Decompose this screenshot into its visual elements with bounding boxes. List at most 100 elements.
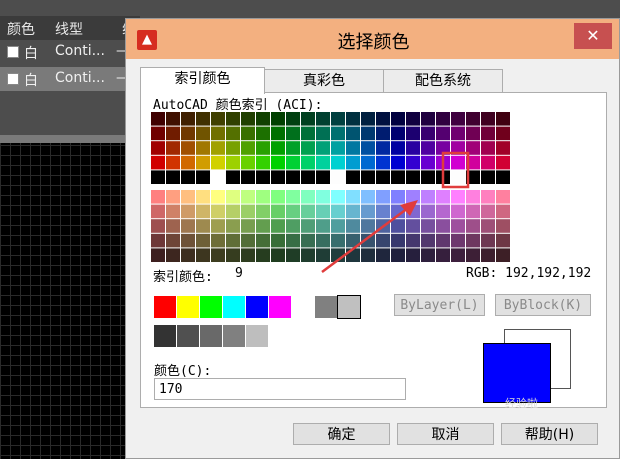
aci-color-cell[interactable] (481, 219, 495, 233)
aci-color-cell[interactable] (181, 233, 195, 248)
color-swatch[interactable] (246, 325, 268, 347)
aci-color-cell[interactable] (406, 112, 420, 126)
aci-color-cell[interactable] (211, 112, 225, 126)
aci-color-cell[interactable] (241, 219, 255, 233)
aci-color-cell[interactable] (361, 170, 375, 184)
aci-color-cell[interactable] (391, 219, 405, 233)
aci-color-cell[interactable] (421, 126, 435, 141)
aci-color-cell[interactable] (286, 170, 300, 184)
aci-color-cell[interactable] (331, 155, 345, 170)
bylayer-button[interactable]: ByLayer(L) (394, 294, 485, 316)
byblock-button[interactable]: ByBlock(K) (495, 294, 591, 316)
aci-color-cell[interactable] (466, 233, 480, 248)
aci-color-cell[interactable] (196, 112, 210, 126)
aci-color-cell[interactable] (496, 190, 510, 204)
aci-color-cell[interactable] (406, 141, 420, 155)
aci-color-cell[interactable] (421, 204, 435, 219)
aci-color-cell[interactable] (211, 155, 225, 170)
aci-color-cell[interactable] (256, 170, 270, 184)
aci-color-cell[interactable] (241, 248, 255, 262)
aci-color-cell[interactable] (316, 141, 330, 155)
aci-color-cell[interactable] (361, 233, 375, 248)
aci-color-cell[interactable] (286, 126, 300, 141)
aci-color-cell[interactable] (316, 190, 330, 204)
aci-color-cell[interactable] (361, 204, 375, 219)
aci-color-cell[interactable] (496, 219, 510, 233)
aci-color-cell[interactable] (496, 141, 510, 155)
aci-color-cell[interactable] (421, 155, 435, 170)
aci-color-cell[interactable] (376, 112, 390, 126)
aci-color-cell[interactable] (406, 219, 420, 233)
aci-color-cell[interactable] (436, 141, 450, 155)
aci-color-cell[interactable] (316, 170, 330, 184)
aci-color-cell[interactable] (271, 141, 285, 155)
color-swatch[interactable] (269, 296, 291, 318)
aci-color-cell[interactable] (451, 141, 465, 155)
close-button[interactable]: ✕ (574, 23, 612, 49)
aci-color-cell[interactable] (316, 204, 330, 219)
aci-color-cell[interactable] (286, 233, 300, 248)
aci-color-cell[interactable] (166, 190, 180, 204)
color-swatch[interactable] (177, 325, 199, 347)
aci-color-cell[interactable] (331, 112, 345, 126)
aci-color-cell[interactable] (331, 126, 345, 141)
aci-color-cell[interactable] (451, 190, 465, 204)
aci-color-cell[interactable] (376, 248, 390, 262)
header-color[interactable]: 颜色 (7, 19, 35, 39)
aci-color-cell[interactable] (301, 155, 315, 170)
tab-color-books[interactable]: 配色系统 (383, 69, 503, 92)
aci-color-cell[interactable] (166, 204, 180, 219)
layer-color[interactable]: 白 (24, 43, 38, 63)
color-swatch[interactable] (154, 325, 176, 347)
aci-color-cell[interactable] (271, 112, 285, 126)
aci-color-cell[interactable] (256, 155, 270, 170)
drawing-canvas[interactable] (0, 135, 125, 459)
aci-color-cell[interactable] (376, 204, 390, 219)
aci-color-cell[interactable] (181, 170, 195, 184)
aci-color-cell[interactable] (466, 155, 480, 170)
aci-color-cell[interactable] (226, 112, 240, 126)
aci-color-cell[interactable] (421, 190, 435, 204)
aci-color-cell[interactable] (256, 141, 270, 155)
aci-color-cell[interactable] (241, 204, 255, 219)
aci-color-cell[interactable] (271, 126, 285, 141)
aci-color-cell[interactable] (406, 204, 420, 219)
aci-color-cell[interactable] (376, 126, 390, 141)
aci-color-cell[interactable] (481, 170, 495, 184)
header-linetype[interactable]: 线型 (55, 19, 83, 39)
aci-color-cell[interactable] (286, 219, 300, 233)
aci-color-cell[interactable] (421, 141, 435, 155)
aci-color-cell[interactable] (151, 112, 165, 126)
aci-color-cell[interactable] (346, 112, 360, 126)
aci-color-cell[interactable] (271, 170, 285, 184)
aci-color-cell[interactable] (496, 204, 510, 219)
aci-color-cell[interactable] (196, 248, 210, 262)
aci-color-cell[interactable] (196, 204, 210, 219)
aci-color-cell[interactable] (496, 248, 510, 262)
aci-color-cell[interactable] (181, 155, 195, 170)
layer-row[interactable]: 白 Conti... — (0, 67, 140, 91)
aci-color-cell[interactable] (481, 112, 495, 126)
aci-color-cell[interactable] (166, 233, 180, 248)
aci-color-cell[interactable] (376, 141, 390, 155)
aci-color-cell[interactable] (451, 204, 465, 219)
aci-color-cell[interactable] (496, 126, 510, 141)
title-bar[interactable]: ▲ 选择颜色 ✕ (126, 19, 619, 59)
aci-color-cell[interactable] (421, 219, 435, 233)
aci-color-cell[interactable] (376, 155, 390, 170)
aci-color-cell[interactable] (196, 141, 210, 155)
aci-color-cell[interactable] (211, 248, 225, 262)
aci-color-cell[interactable] (286, 190, 300, 204)
aci-color-cell[interactable] (241, 141, 255, 155)
aci-color-cell[interactable] (316, 233, 330, 248)
color-swatch[interactable] (269, 325, 291, 347)
aci-color-cell[interactable] (196, 126, 210, 141)
aci-color-cell[interactable] (196, 219, 210, 233)
aci-color-cell[interactable] (331, 233, 345, 248)
aci-color-cell[interactable] (286, 155, 300, 170)
aci-color-cell[interactable] (151, 248, 165, 262)
aci-color-cell[interactable] (211, 233, 225, 248)
aci-color-cell[interactable] (181, 248, 195, 262)
aci-color-cell[interactable] (481, 155, 495, 170)
aci-color-cell[interactable] (331, 141, 345, 155)
